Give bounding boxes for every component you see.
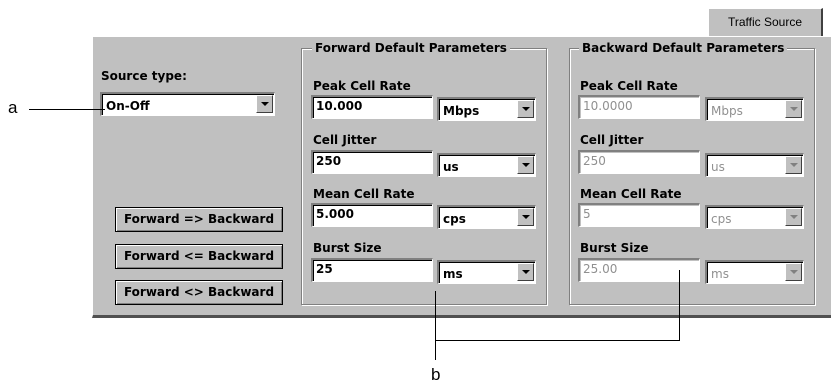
chevron-down-icon[interactable] <box>517 156 534 174</box>
forward-to-backward-button[interactable]: Forward => Backward <box>115 207 283 232</box>
forward-jitter-unit-select[interactable]: us <box>437 153 536 177</box>
backward-burst-input: 25.00 <box>578 258 700 282</box>
forward-peak-label: Peak Cell Rate <box>313 79 411 93</box>
chevron-down-icon[interactable] <box>517 208 534 226</box>
annotation-b-leader-horizontal <box>435 340 680 341</box>
forward-mean-label: Mean Cell Rate <box>313 187 415 201</box>
backward-jitter-unit: us <box>711 160 725 174</box>
forward-burst-input[interactable]: 25 <box>311 258 433 282</box>
forward-peak-input[interactable]: 10.000 <box>311 95 433 119</box>
chevron-down-icon[interactable] <box>256 95 273 113</box>
forward-mean-unit: cps <box>443 212 466 226</box>
annotation-a-label: a <box>8 98 18 117</box>
forward-jitter-label: Cell Jitter <box>313 133 377 147</box>
forward-mean-input[interactable]: 5.000 <box>311 203 433 227</box>
backward-to-forward-button[interactable]: Forward <= Backward <box>115 244 283 269</box>
forward-mean-unit-select[interactable]: cps <box>437 205 536 229</box>
backward-peak-label: Peak Cell Rate <box>580 79 678 93</box>
forward-peak-unit: Mbps <box>443 104 480 118</box>
chevron-down-icon[interactable] <box>517 100 534 118</box>
backward-burst-unit: ms <box>711 267 729 281</box>
annotation-b-leader-stem <box>435 340 436 360</box>
backward-peak-unit-select: Mbps <box>705 97 804 121</box>
source-type-label: Source type: <box>101 69 187 83</box>
chevron-down-icon <box>785 208 802 226</box>
annotation-b-label: b <box>431 365 441 384</box>
chevron-down-icon <box>785 100 802 118</box>
forward-jitter-unit: us <box>443 160 459 174</box>
backward-mean-unit-select: cps <box>705 205 804 229</box>
backward-peak-unit: Mbps <box>711 104 743 118</box>
annotation-b-leader-right <box>679 270 680 341</box>
source-type-value: On-Off <box>106 99 150 113</box>
annotation-b-leader-left <box>435 291 436 341</box>
forward-burst-unit: ms <box>443 267 463 281</box>
backward-mean-input: 5 <box>578 203 700 227</box>
backward-burst-label: Burst Size <box>580 241 649 255</box>
source-type-select[interactable]: On-Off <box>100 92 275 116</box>
backward-jitter-unit-select: us <box>705 153 804 177</box>
chevron-down-icon <box>785 263 802 281</box>
chevron-down-icon <box>785 156 802 174</box>
chevron-down-icon[interactable] <box>517 263 534 281</box>
forward-burst-label: Burst Size <box>313 241 382 255</box>
forward-peak-unit-select[interactable]: Mbps <box>437 97 536 121</box>
forward-burst-unit-select[interactable]: ms <box>437 260 536 284</box>
backward-group-title: Backward Default Parameters <box>579 41 788 55</box>
annotation-a-leader <box>29 109 105 110</box>
backward-mean-label: Mean Cell Rate <box>580 187 682 201</box>
tab-traffic-source[interactable]: Traffic Source <box>708 8 823 36</box>
swap-forward-backward-button[interactable]: Forward <> Backward <box>115 280 283 305</box>
backward-peak-input: 10.0000 <box>578 95 700 119</box>
backward-jitter-input: 250 <box>578 150 700 174</box>
backward-burst-unit-select: ms <box>705 260 804 284</box>
forward-group-title: Forward Default Parameters <box>312 41 510 55</box>
forward-jitter-input[interactable]: 250 <box>311 150 433 174</box>
backward-jitter-label: Cell Jitter <box>580 133 644 147</box>
backward-mean-unit: cps <box>711 212 732 226</box>
